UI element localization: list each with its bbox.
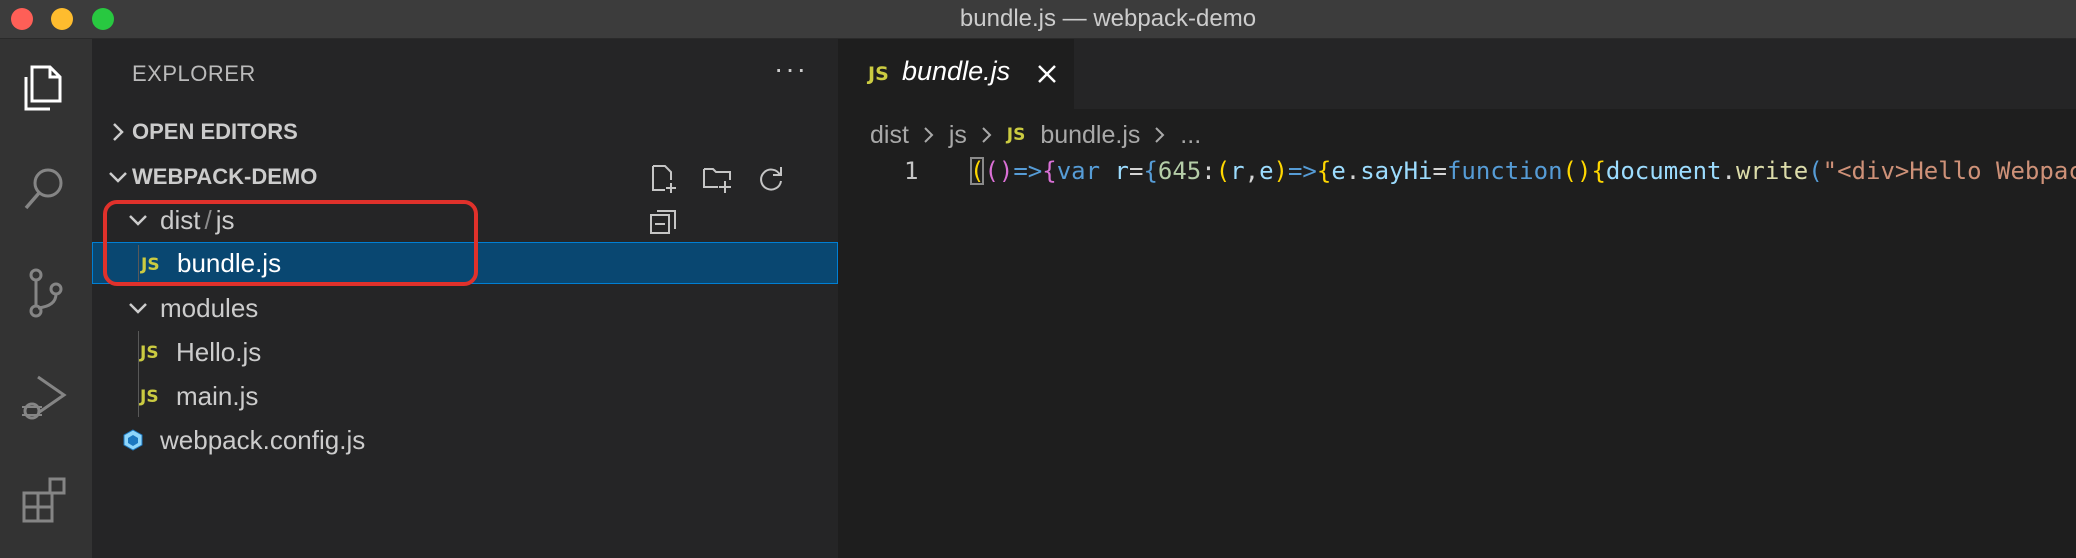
code-content[interactable]: (()=>{var r={645:(r,e)=>{e.sayHi=functio…: [970, 151, 2076, 191]
code-token: {: [1316, 157, 1332, 185]
explorer-title: EXPLORER: [132, 61, 256, 86]
more-actions-button[interactable]: ···: [774, 53, 808, 85]
tree-file-webpack-config[interactable]: webpack.config.js: [92, 419, 838, 461]
code-token: =>: [1013, 157, 1043, 185]
code-token: =: [1128, 157, 1144, 185]
close-icon[interactable]: [1034, 61, 1060, 87]
project-label: WEBPACK-DEMO: [132, 164, 318, 189]
code-token: (: [1808, 157, 1823, 185]
chevron-down-icon: [109, 172, 127, 183]
activity-bar: [0, 39, 92, 558]
title-bar: bundle.js — webpack-demo: [0, 0, 2076, 39]
code-token: function: [1446, 157, 1563, 185]
source-control-icon[interactable]: [18, 265, 74, 321]
editor-tab-bar: JS bundle.js: [838, 39, 2076, 109]
project-section[interactable]: WEBPACK-DEMO: [92, 157, 838, 234]
code-line[interactable]: 1 (()=>{var r={645:(r,e)=>{e.sayHi=funct…: [838, 151, 2076, 191]
open-editors-label: OPEN EDITORS: [132, 119, 298, 144]
code-token: write: [1735, 157, 1809, 185]
chevron-right-icon: [924, 127, 934, 143]
code-token: =>: [1287, 157, 1317, 185]
code-token: ,: [1244, 157, 1260, 185]
code-token: var: [1056, 157, 1101, 185]
breadcrumb: dist js JS bundle.js ...: [870, 117, 1201, 153]
js-file-icon: JS: [868, 63, 889, 85]
tree-file-label: webpack.config.js: [160, 425, 366, 455]
code-token: {: [1042, 157, 1057, 185]
new-folder-icon[interactable]: [702, 163, 732, 193]
code-token: r: [1230, 157, 1245, 185]
tree-file-label: main.js: [176, 381, 259, 411]
js-file-icon: JS: [140, 343, 159, 363]
chevron-down-icon: [129, 303, 147, 314]
chevron-right-icon: [982, 127, 992, 143]
open-editors-section[interactable]: OPEN EDITORS: [92, 112, 838, 152]
refresh-icon[interactable]: [756, 163, 786, 193]
editor-area: JS bundle.js dist js JS bundle.js ... 1 …: [838, 39, 2076, 558]
code-token: 645: [1157, 157, 1202, 185]
tree-file-label: Hello.js: [176, 337, 262, 367]
run-debug-icon[interactable]: [18, 371, 74, 427]
webpack-cube-icon: [123, 429, 143, 451]
code-token: e: [1331, 157, 1346, 185]
js-file-icon: JS: [1006, 125, 1026, 145]
code-token: =: [1432, 157, 1447, 185]
breadcrumb-item[interactable]: ...: [1180, 117, 1201, 153]
js-file-icon: JS: [140, 387, 159, 407]
code-token: (): [984, 157, 1014, 185]
annotation-highlight-box: [103, 200, 478, 286]
tree-folder-modules[interactable]: modules: [92, 287, 838, 329]
tab-label: bundle.js: [902, 56, 1011, 86]
window-title: bundle.js — webpack-demo: [959, 5, 1257, 32]
code-token: document: [1605, 157, 1722, 185]
tree-folder-label: modules: [160, 293, 259, 323]
code-token: (: [970, 157, 985, 185]
code-token: :: [1201, 157, 1216, 185]
tree-file-main-js[interactable]: JS main.js: [92, 375, 838, 417]
code-token: .: [1721, 157, 1736, 185]
code-token: r: [1114, 157, 1129, 185]
line-number: 1: [904, 157, 919, 185]
explorer-actions: [648, 163, 838, 234]
code-token: e: [1259, 157, 1274, 185]
chevron-right-icon: [113, 123, 124, 141]
explorer-panel: EXPLORER ··· OPEN EDITORS WEBPACK-DEMO d…: [92, 39, 838, 558]
breadcrumb-item[interactable]: dist: [870, 117, 909, 153]
code-token: {: [1143, 157, 1158, 185]
breadcrumb-item[interactable]: js: [949, 117, 967, 153]
code-token: (): [1562, 157, 1592, 185]
tree-file-hello-js[interactable]: JS Hello.js: [92, 331, 838, 373]
search-icon[interactable]: [18, 161, 74, 217]
explorer-icon[interactable]: [18, 59, 74, 115]
code-token: {: [1591, 157, 1606, 185]
code-token: (: [1215, 157, 1231, 185]
breadcrumb-item[interactable]: bundle.js: [1040, 117, 1140, 153]
code-token: ): [1273, 157, 1288, 185]
tab-bundle-js[interactable]: JS bundle.js: [838, 39, 1074, 109]
chevron-right-icon: [1155, 127, 1165, 143]
code-token: sayHi: [1360, 157, 1433, 185]
new-file-icon[interactable]: [648, 163, 678, 193]
extensions-icon[interactable]: [18, 473, 74, 529]
code-token: .: [1345, 157, 1361, 185]
code-token: "<div>Hello Webpack: [1822, 157, 2076, 185]
